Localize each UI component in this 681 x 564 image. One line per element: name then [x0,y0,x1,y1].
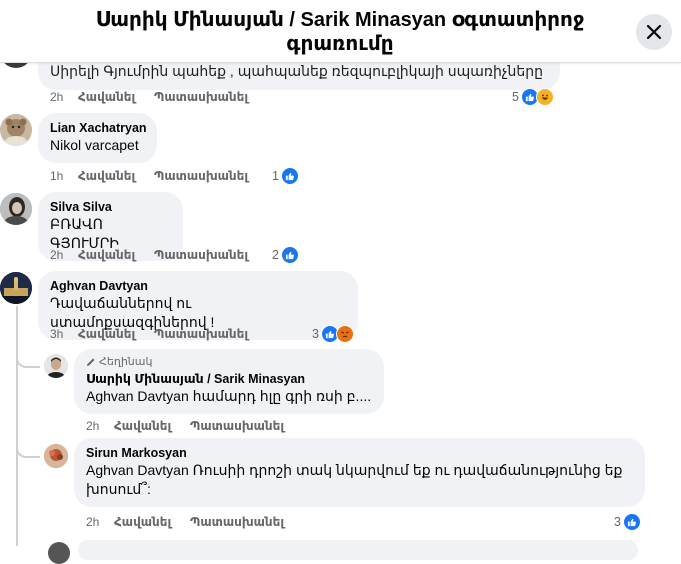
like-link[interactable]: Հավանել [114,419,190,433]
like-link[interactable]: Հավանել [78,169,154,183]
comment-author[interactable]: Lian Xachatryan [50,120,147,136]
like-link[interactable]: Հավանել [78,327,154,341]
reaction-summary[interactable]: 2 [272,246,299,264]
reply-actions: 2h Հավանել Պատասխանել [86,419,284,433]
comment-actions: 3h Հավանել Պատասխանել [50,327,248,341]
comment-bubble: Lian Xachatryan Nikol varcapet [38,113,157,163]
like-reaction-icon [280,246,299,264]
reply-text: Aghvan Davtyan համարդ հլը գրի ռսի բ.... [86,388,372,404]
post-dialog-header: Սարիկ Մինասյան / Sarik Minasyan օգտատիրո… [0,0,681,63]
comment-text: Սիրելի Գյումրին պահեք , պահպանեք ռեզպուբ… [50,63,543,79]
thread-connector [16,350,40,368]
reply-link[interactable]: Պատասխանել [154,327,248,341]
reply-author[interactable]: Սարիկ Մինասյան / Sarik Minasyan [86,371,372,387]
reply-link[interactable]: Պատասխանել [154,90,248,104]
comment-author[interactable]: Aghvan Davtyan [50,278,346,294]
thread-line [16,306,18,546]
reply-actions: 2h Հավանել Պատասխանել [86,515,284,529]
like-link[interactable]: Հավանել [78,90,154,104]
reply-link[interactable]: Պատասխանել [190,419,284,433]
avatar[interactable] [44,444,68,468]
comment-time[interactable]: 1h [50,169,78,183]
reply-bubble [78,540,638,560]
reaction-summary[interactable]: 3 [614,513,641,531]
pencil-icon [87,358,95,366]
reaction-summary[interactable]: 1 [272,167,299,185]
avatar[interactable] [44,354,68,378]
mention-link[interactable]: Aghvan Davtyan [86,388,189,404]
thread-connector [16,440,40,458]
angry-reaction-icon [335,325,354,343]
reply-bubble: Հեղինակ Սարիկ Մինասյան / Sarik Minasyan … [74,349,384,414]
avatar[interactable] [0,114,32,146]
close-button[interactable] [636,14,672,50]
comment-author[interactable]: Silva Silva [50,199,171,215]
reaction-summary[interactable]: 5 [512,88,554,106]
comment-time[interactable]: 3h [50,327,78,341]
comment-time[interactable]: 2h [50,248,78,262]
avatar[interactable] [0,272,32,304]
comment-actions: 1h Հավանել Պատասխանել [50,169,248,183]
reply-bubble: Sirun Markosyan Aghvan Davtyan Ռուսիի դր… [74,438,645,507]
reply-link[interactable]: Պատասխանել [154,169,248,183]
close-icon [646,24,662,40]
reply-text: Aghvan Davtyan Ռուսիի դրոշի տակ նկարվում… [86,462,623,497]
reply-time[interactable]: 2h [86,515,114,529]
like-link[interactable]: Հավանել [78,248,154,262]
avatar[interactable] [48,542,70,564]
haha-reaction-icon [535,88,554,106]
reaction-summary[interactable]: 3 [312,325,354,343]
dialog-title: Սարիկ Մինասյան / Sarik Minasyan օգտատիրո… [95,9,585,55]
author-badge: Հեղինակ [86,355,372,369]
mention-link[interactable]: Aghvan Davtyan [86,462,189,478]
like-reaction-icon [280,167,299,185]
reply-link[interactable]: Պատասխանել [154,248,248,262]
comment-time[interactable]: 2h [50,90,78,104]
reply-time[interactable]: 2h [86,419,114,433]
comment-actions: 2h Հավանել Պատասխանել [50,248,248,262]
comment-text: Nikol varcapet [50,137,139,153]
avatar[interactable] [0,193,32,225]
reply-link[interactable]: Պատասխանել [190,515,284,529]
like-link[interactable]: Հավանել [114,515,190,529]
like-reaction-icon [622,513,641,531]
reply-author[interactable]: Sirun Markosyan [86,445,633,461]
comment-actions: 2h Հավանել Պատասխանել [50,90,248,104]
